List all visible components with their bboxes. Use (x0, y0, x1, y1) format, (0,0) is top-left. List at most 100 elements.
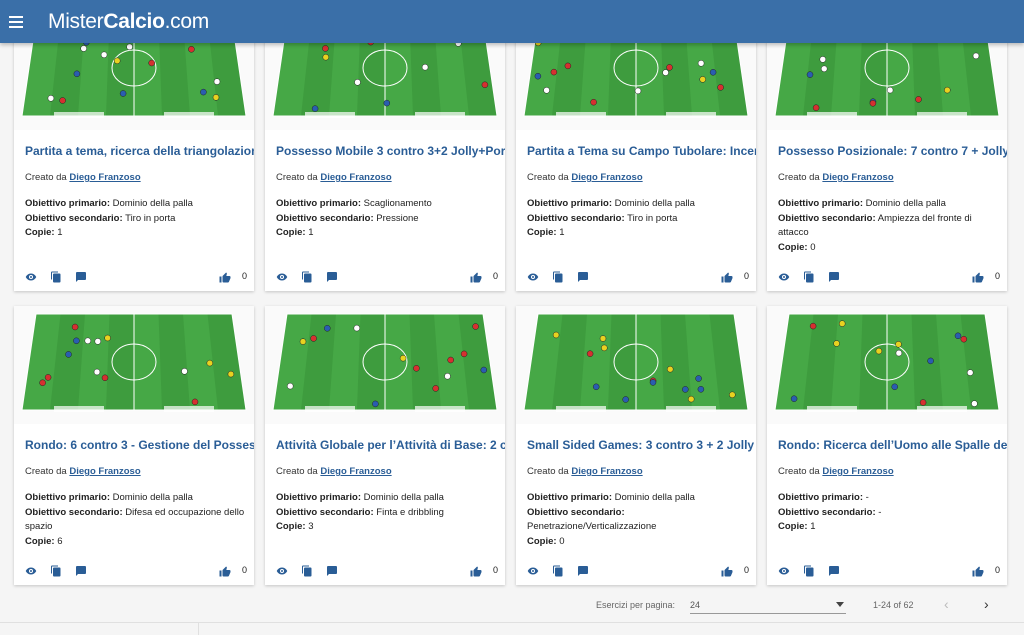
exercise-meta: Obiettivo primario: Dominio della palla O… (778, 197, 1000, 255)
card-actions: 0 (25, 271, 247, 285)
creator-prefix: Creato da (778, 466, 820, 477)
likes-count: 0 (743, 565, 749, 575)
exercise-thumbnail[interactable] (767, 306, 1007, 424)
copy-icon[interactable] (552, 271, 564, 283)
eye-icon[interactable] (778, 271, 790, 283)
divider (0, 622, 1024, 623)
exercise-meta: Obiettivo primario: Scaglionamento Obiett… (276, 197, 498, 241)
comment-icon[interactable] (75, 565, 87, 577)
comment-icon[interactable] (577, 271, 589, 283)
exercise-card[interactable]: Possesso Posizionale: 7 contro 7 + Jolly… (767, 12, 1007, 291)
comment-icon[interactable] (75, 271, 87, 283)
copy-icon[interactable] (803, 565, 815, 577)
creator-prefix: Creato da (527, 172, 569, 183)
secondary-objective: Obiettivo secondario: - (778, 506, 882, 518)
eye-icon[interactable] (778, 565, 790, 577)
eye-icon[interactable] (276, 565, 288, 577)
exercise-title[interactable]: Possesso Posizionale: 7 contro 7 + Jolly… (778, 144, 1007, 158)
creator-line: Creato da Diego Franzoso (276, 172, 392, 183)
secondary-objective: Obiettivo secondario: Pressione (276, 212, 419, 224)
author-link[interactable]: Diego Franzoso (69, 466, 140, 477)
chevron-right-icon[interactable]: › (984, 596, 998, 612)
secondary-objective: Obiettivo secondario: Finta e dribbling (276, 506, 444, 518)
chevron-down-icon (836, 602, 844, 607)
exercise-card[interactable]: Small Sided Games: 3 contro 3 + 2 Jolly … (516, 306, 756, 585)
exercise-thumbnail[interactable] (516, 306, 756, 424)
exercise-card[interactable]: Rondo: Ricerca dell’Uomo alle Spalle del… (767, 306, 1007, 585)
eye-icon[interactable] (527, 565, 539, 577)
likes-count: 0 (994, 271, 1000, 281)
copy-icon[interactable] (301, 271, 313, 283)
eye-icon[interactable] (276, 271, 288, 283)
site-logo[interactable]: MisterCalcio.com (48, 10, 209, 34)
thumb-up-icon[interactable] (219, 271, 231, 283)
creator-line: Creato da Diego Franzoso (25, 466, 141, 477)
thumb-up-icon[interactable] (972, 565, 984, 577)
chevron-left-icon[interactable]: ‹ (944, 596, 958, 612)
comment-icon[interactable] (577, 565, 589, 577)
page-range: 1-24 of 62 (873, 600, 914, 610)
copy-icon[interactable] (301, 565, 313, 577)
exercise-title[interactable]: Possesso Mobile 3 contro 3+2 Jolly+Porti… (276, 144, 505, 158)
card-actions: 0 (25, 565, 247, 579)
likes-count: 0 (994, 565, 1000, 575)
author-link[interactable]: Diego Franzoso (571, 466, 642, 477)
per-page-select[interactable]: 24 (690, 594, 846, 614)
copy-icon[interactable] (50, 565, 62, 577)
copy-icon[interactable] (50, 271, 62, 283)
thumb-up-icon[interactable] (972, 271, 984, 283)
exercise-card[interactable]: Rondo: 6 contro 3 - Gestione del Possess… (14, 306, 254, 585)
exercise-card[interactable]: Partita a Tema su Campo Tubolare: Incent… (516, 12, 756, 291)
exercise-thumbnail[interactable] (14, 306, 254, 424)
exercise-thumbnail[interactable] (265, 306, 505, 424)
copies-count: Copie: 1 (778, 521, 816, 532)
exercise-card[interactable]: Attività Globale per l’Attività di Base:… (265, 306, 505, 585)
exercise-title[interactable]: Small Sided Games: 3 contro 3 + 2 Jolly … (527, 438, 756, 452)
author-link[interactable]: Diego Franzoso (822, 466, 893, 477)
thumb-up-icon[interactable] (470, 565, 482, 577)
card-actions: 0 (527, 271, 749, 285)
exercise-title[interactable]: Rondo: Ricerca dell’Uomo alle Spalle del… (778, 438, 1007, 452)
exercise-meta: Obiettivo primario: Dominio della palla O… (276, 491, 498, 535)
author-link[interactable]: Diego Franzoso (69, 172, 140, 183)
exercise-meta: Obiettivo primario: Dominio della palla O… (527, 197, 749, 241)
menu-icon[interactable] (4, 10, 28, 34)
copy-icon[interactable] (552, 565, 564, 577)
likes-count: 0 (241, 565, 247, 575)
creator-line: Creato da Diego Franzoso (527, 172, 643, 183)
thumb-up-icon[interactable] (470, 271, 482, 283)
per-page-label: Esercizi per pagina: (596, 600, 676, 610)
creator-prefix: Creato da (778, 172, 820, 183)
exercise-title[interactable]: Rondo: 6 contro 3 - Gestione del Possess… (25, 438, 254, 452)
exercise-title[interactable]: Attività Globale per l’Attività di Base:… (276, 438, 505, 452)
eye-icon[interactable] (25, 271, 37, 283)
creator-line: Creato da Diego Franzoso (778, 172, 894, 183)
primary-objective: Obiettivo primario: - (778, 492, 869, 503)
exercise-card[interactable]: Possesso Mobile 3 contro 3+2 Jolly+Porti… (265, 12, 505, 291)
comment-icon[interactable] (828, 565, 840, 577)
copies-count: Copie: 6 (25, 535, 63, 547)
author-link[interactable]: Diego Franzoso (571, 172, 642, 183)
secondary-objective: Obiettivo secondario: Ampiezza del front… (778, 212, 972, 239)
top-app-bar: MisterCalcio.com (0, 0, 1024, 43)
exercise-card[interactable]: Partita a tema, ricerca della triangolaz… (14, 12, 254, 291)
comment-icon[interactable] (828, 271, 840, 283)
comment-icon[interactable] (326, 565, 338, 577)
exercise-title[interactable]: Partita a Tema su Campo Tubolare: Incent… (527, 144, 756, 158)
copy-icon[interactable] (803, 271, 815, 283)
author-link[interactable]: Diego Franzoso (822, 172, 893, 183)
pagination-bar: Esercizi per pagina: 24 1-24 of 62 ‹ › (0, 590, 1024, 620)
per-page-value: 24 (690, 600, 701, 610)
thumb-up-icon[interactable] (219, 565, 231, 577)
thumb-up-icon[interactable] (721, 565, 733, 577)
author-link[interactable]: Diego Franzoso (320, 172, 391, 183)
exercise-title[interactable]: Partita a tema, ricerca della triangolaz… (25, 144, 254, 158)
primary-objective: Obiettivo primario: Dominio della palla (25, 492, 193, 503)
comment-icon[interactable] (326, 271, 338, 283)
thumb-up-icon[interactable] (721, 271, 733, 283)
eye-icon[interactable] (25, 565, 37, 577)
primary-objective: Obiettivo primario: Dominio della palla (276, 492, 444, 503)
eye-icon[interactable] (527, 271, 539, 283)
author-link[interactable]: Diego Franzoso (320, 466, 391, 477)
creator-line: Creato da Diego Franzoso (276, 466, 392, 477)
